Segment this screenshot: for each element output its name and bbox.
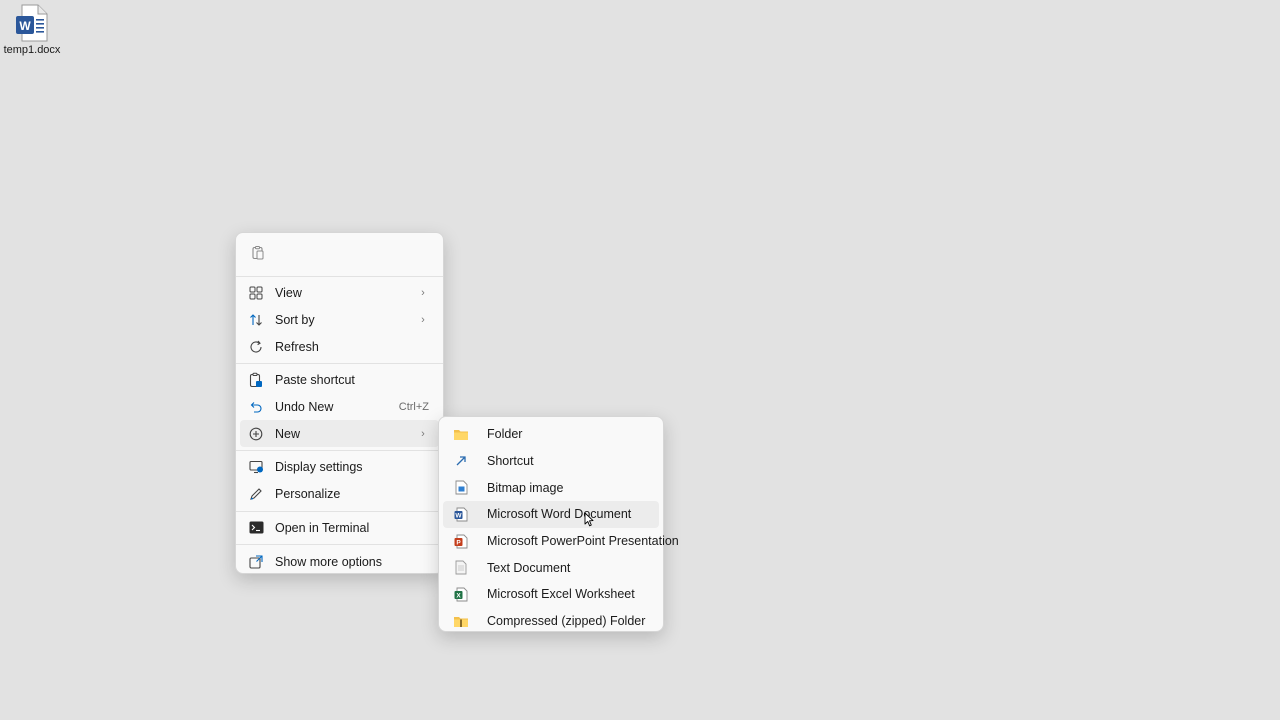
chevron-right-icon: ›	[421, 314, 425, 327]
new-submenu: Folder Shortcut Bitmap image W Microsoft…	[438, 416, 679, 635]
zip-folder-icon	[453, 613, 469, 629]
submenu-item-label: Text Document	[487, 560, 571, 575]
text-document-icon	[453, 560, 469, 576]
submenu-item-folder[interactable]: Folder	[443, 421, 659, 448]
desktop-file-label: temp1.docx	[3, 44, 61, 56]
menu-separator	[236, 544, 443, 546]
terminal-icon	[248, 520, 264, 536]
menu-item-label: Refresh	[275, 339, 319, 354]
submenu-item-powerpoint-presentation[interactable]: P Microsoft PowerPoint Presentation	[443, 528, 679, 555]
excel-icon: X	[453, 586, 469, 602]
mouse-cursor-icon	[584, 512, 594, 527]
menu-item-personalize[interactable]: Personalize	[240, 481, 439, 508]
menu-separator	[236, 276, 443, 277]
menu-item-open-in-terminal[interactable]: Open in Terminal	[240, 515, 439, 542]
submenu-item-shortcut[interactable]: Shortcut	[443, 448, 659, 475]
undo-icon	[248, 399, 264, 415]
submenu-item-label: Shortcut	[487, 454, 534, 469]
powerpoint-icon: P	[453, 533, 469, 549]
menu-item-new[interactable]: New ›	[240, 420, 439, 448]
submenu-item-label: Microsoft PowerPoint Presentation	[487, 534, 679, 549]
submenu-item-bitmap-image[interactable]: Bitmap image	[443, 474, 659, 501]
menu-item-sort-by[interactable]: Sort by ›	[240, 307, 439, 334]
menu-separator	[236, 363, 443, 365]
menu-item-label: Personalize	[275, 487, 341, 502]
submenu-item-label: Folder	[487, 427, 523, 442]
new-plus-icon	[248, 426, 264, 442]
bitmap-icon	[453, 480, 469, 496]
menu-separator	[236, 450, 443, 452]
menu-item-label: Undo New	[275, 400, 334, 415]
submenu-item-label: Microsoft Word Document	[487, 507, 632, 522]
shortcut-arrow-icon	[453, 453, 469, 469]
desktop[interactable]: W temp1.docx View › Sort by › Refresh Pa…	[0, 0, 1280, 720]
svg-text:W: W	[455, 512, 462, 519]
submenu-item-label: Bitmap image	[487, 480, 564, 495]
refresh-icon	[248, 339, 264, 355]
menu-item-label: View	[275, 286, 302, 301]
menu-item-label: Show more options	[275, 554, 383, 569]
word-document-icon: W	[16, 4, 48, 42]
menu-item-shortcut: Ctrl+Z	[398, 401, 429, 414]
paste-shortcut-icon	[248, 372, 264, 388]
menu-item-label: New	[275, 426, 301, 441]
submenu-item-label: Microsoft Excel Worksheet	[487, 587, 635, 602]
menu-item-display-settings[interactable]: Display settings	[240, 454, 439, 481]
menu-item-show-more-options[interactable]: Show more options	[240, 548, 439, 575]
menu-item-view[interactable]: View ›	[240, 280, 439, 307]
menu-item-paste-shortcut[interactable]: Paste shortcut	[240, 367, 439, 394]
svg-text:P: P	[456, 539, 461, 546]
menu-item-undo-new[interactable]: Undo New Ctrl+Z	[240, 394, 439, 421]
desktop-context-menu: View › Sort by › Refresh Paste shortcut …	[235, 232, 444, 574]
grid-view-icon	[248, 285, 264, 301]
submenu-item-compressed-folder[interactable]: Compressed (zipped) Folder	[443, 608, 659, 635]
word-icon: W	[453, 506, 469, 522]
submenu-item-word-document[interactable]: W Microsoft Word Document	[443, 501, 659, 528]
show-more-icon	[248, 554, 264, 570]
submenu-item-text-document[interactable]: Text Document	[443, 554, 659, 581]
menu-item-label: Paste shortcut	[275, 373, 355, 388]
submenu-item-label: Compressed (zipped) Folder	[487, 614, 646, 629]
menu-item-label: Sort by	[275, 313, 315, 328]
folder-icon	[453, 426, 469, 442]
personalize-pen-icon	[248, 486, 264, 502]
svg-text:X: X	[456, 592, 461, 599]
chevron-right-icon: ›	[421, 287, 425, 300]
sort-icon	[248, 312, 264, 328]
menu-separator	[236, 510, 443, 512]
menu-item-refresh[interactable]: Refresh	[240, 333, 439, 360]
submenu-item-excel-worksheet[interactable]: X Microsoft Excel Worksheet	[443, 581, 659, 608]
menu-item-label: Display settings	[275, 460, 363, 475]
chevron-right-icon: ›	[421, 427, 425, 440]
display-settings-icon	[248, 459, 264, 475]
menu-item-label: Open in Terminal	[275, 520, 370, 535]
svg-text:W: W	[19, 19, 31, 33]
menu-top-actions	[240, 237, 439, 273]
desktop-file-temp1[interactable]: W temp1.docx	[2, 4, 62, 56]
paste-icon[interactable]	[250, 245, 266, 266]
